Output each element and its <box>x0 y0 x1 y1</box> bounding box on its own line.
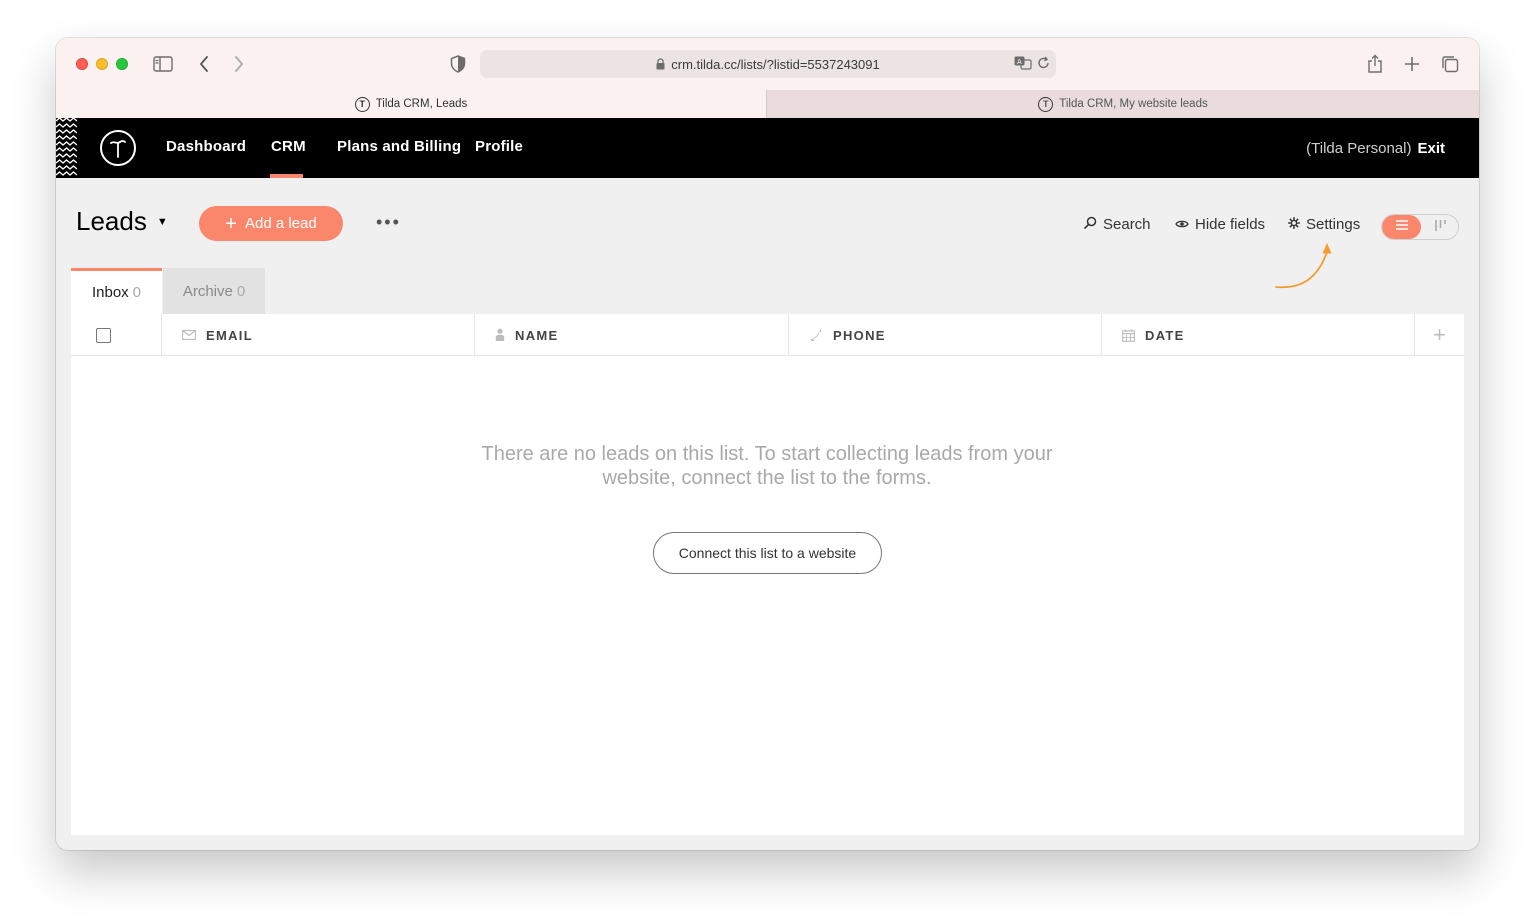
column-email-label: EMAIL <box>206 327 253 343</box>
tab-archive[interactable]: Archive 0 <box>163 268 265 314</box>
add-lead-label: Add a lead <box>244 215 317 232</box>
tab-inbox[interactable]: Inbox 0 <box>71 268 162 314</box>
svg-text:A: A <box>1017 58 1022 66</box>
browser-chrome: crm.tilda.cc/lists/?listid=5537243091 A <box>56 38 1479 118</box>
forward-icon[interactable] <box>233 53 245 75</box>
tab-archive-count: 0 <box>236 282 246 300</box>
plus-icon: + <box>225 212 237 235</box>
column-phone-label: PHONE <box>833 327 886 343</box>
list-view-icon <box>1395 218 1409 236</box>
tab-archive-label: Archive <box>182 282 233 300</box>
top-navigation: Dashboard CRM Plans and Billing Profile … <box>56 118 1479 178</box>
browser-tab-website-leads[interactable]: T Tilda CRM, My website leads <box>766 90 1479 118</box>
eye-icon <box>1175 216 1189 233</box>
tilda-favicon-icon: T <box>1038 96 1054 112</box>
privacy-shield-icon[interactable] <box>450 53 466 75</box>
share-icon[interactable] <box>1367 53 1383 75</box>
tab-overview-icon[interactable] <box>1441 53 1459 75</box>
column-date[interactable]: DATE <box>1101 314 1414 356</box>
reload-icon[interactable] <box>1037 56 1050 73</box>
back-icon[interactable] <box>198 53 210 75</box>
connect-list-button[interactable]: Connect this list to a website <box>653 532 882 574</box>
zoom-window-button[interactable] <box>116 58 128 70</box>
column-phone[interactable]: PHONE <box>788 314 1101 356</box>
settings-label: Settings <box>1306 216 1361 233</box>
account-plan-label: (Tilda Personal) <box>1306 140 1412 157</box>
view-toggle <box>1381 214 1459 240</box>
browser-tab-label: Tilda CRM, Leads <box>375 98 468 110</box>
caret-down-icon: ▼ <box>156 215 168 228</box>
column-email[interactable]: EMAIL <box>161 314 474 356</box>
column-date-label: DATE <box>1145 327 1185 343</box>
tab-inbox-label: Inbox <box>91 284 129 301</box>
exit-link[interactable]: Exit <box>1417 140 1445 157</box>
annotation-arrow-icon <box>1275 243 1332 289</box>
zigzag-pattern-icon <box>56 118 77 178</box>
browser-tab-label: Tilda CRM, My website leads <box>1059 98 1208 110</box>
new-tab-icon[interactable] <box>1404 53 1420 75</box>
kanban-view-button[interactable] <box>1424 215 1458 239</box>
list-view-button[interactable] <box>1382 215 1421 239</box>
list-selector[interactable]: Leads ▼ <box>76 206 168 237</box>
person-icon <box>495 328 505 342</box>
nav-crm[interactable]: CRM <box>271 138 306 155</box>
page-title: Leads <box>76 206 147 236</box>
search-button[interactable]: Search <box>1084 216 1151 233</box>
url-text: crm.tilda.cc/lists/?listid=5537243091 <box>671 56 880 72</box>
nav-plans-and-billing[interactable]: Plans and Billing <box>337 138 461 155</box>
tilda-logo-icon[interactable] <box>100 130 136 166</box>
search-icon <box>1084 216 1097 233</box>
more-options-icon[interactable]: ••• <box>376 212 401 233</box>
account-area: (Tilda Personal) Exit <box>1306 140 1445 157</box>
sidebar-toggle-icon[interactable] <box>153 53 173 75</box>
hide-fields-label: Hide fields <box>1195 216 1266 233</box>
browser-toolbar: crm.tilda.cc/lists/?listid=5537243091 A <box>56 38 1479 90</box>
nav-dashboard[interactable]: Dashboard <box>166 138 246 155</box>
calendar-icon <box>1122 329 1135 342</box>
column-name-label: NAME <box>515 327 559 343</box>
tab-inbox-count: 0 <box>132 284 142 301</box>
main-content: Leads ▼ + Add a lead ••• Search Hide fie… <box>56 178 1479 850</box>
add-lead-button[interactable]: + Add a lead <box>199 206 343 241</box>
phone-icon <box>809 328 823 342</box>
table-header: EMAIL NAME PHONE DATE + <box>71 314 1464 356</box>
add-column-button[interactable]: + <box>1414 314 1464 356</box>
settings-button[interactable]: Settings <box>1288 216 1360 233</box>
minimize-window-button[interactable] <box>96 58 108 70</box>
gear-icon <box>1288 216 1300 233</box>
select-all-checkbox[interactable] <box>96 328 111 343</box>
envelope-icon <box>182 330 196 340</box>
close-window-button[interactable] <box>76 58 88 70</box>
tilda-favicon-icon: T <box>354 96 370 112</box>
column-name[interactable]: NAME <box>474 314 788 356</box>
nav-profile[interactable]: Profile <box>475 138 523 155</box>
lock-icon <box>656 58 665 70</box>
browser-window: crm.tilda.cc/lists/?listid=5537243091 A <box>56 38 1479 850</box>
hide-fields-button[interactable]: Hide fields <box>1175 216 1265 233</box>
kanban-view-icon <box>1434 218 1448 237</box>
search-label: Search <box>1103 216 1151 233</box>
leads-table: EMAIL NAME PHONE DATE + There are no lea… <box>71 314 1464 835</box>
empty-state-message: There are no leads on this list. To star… <box>481 443 1053 489</box>
browser-tab-leads[interactable]: T Tilda CRM, Leads <box>56 90 766 118</box>
browser-tab-strip: T Tilda CRM, Leads T Tilda CRM, My websi… <box>56 90 1479 118</box>
address-bar[interactable]: crm.tilda.cc/lists/?listid=5537243091 A <box>480 50 1056 78</box>
translate-icon[interactable]: A <box>1014 56 1032 73</box>
